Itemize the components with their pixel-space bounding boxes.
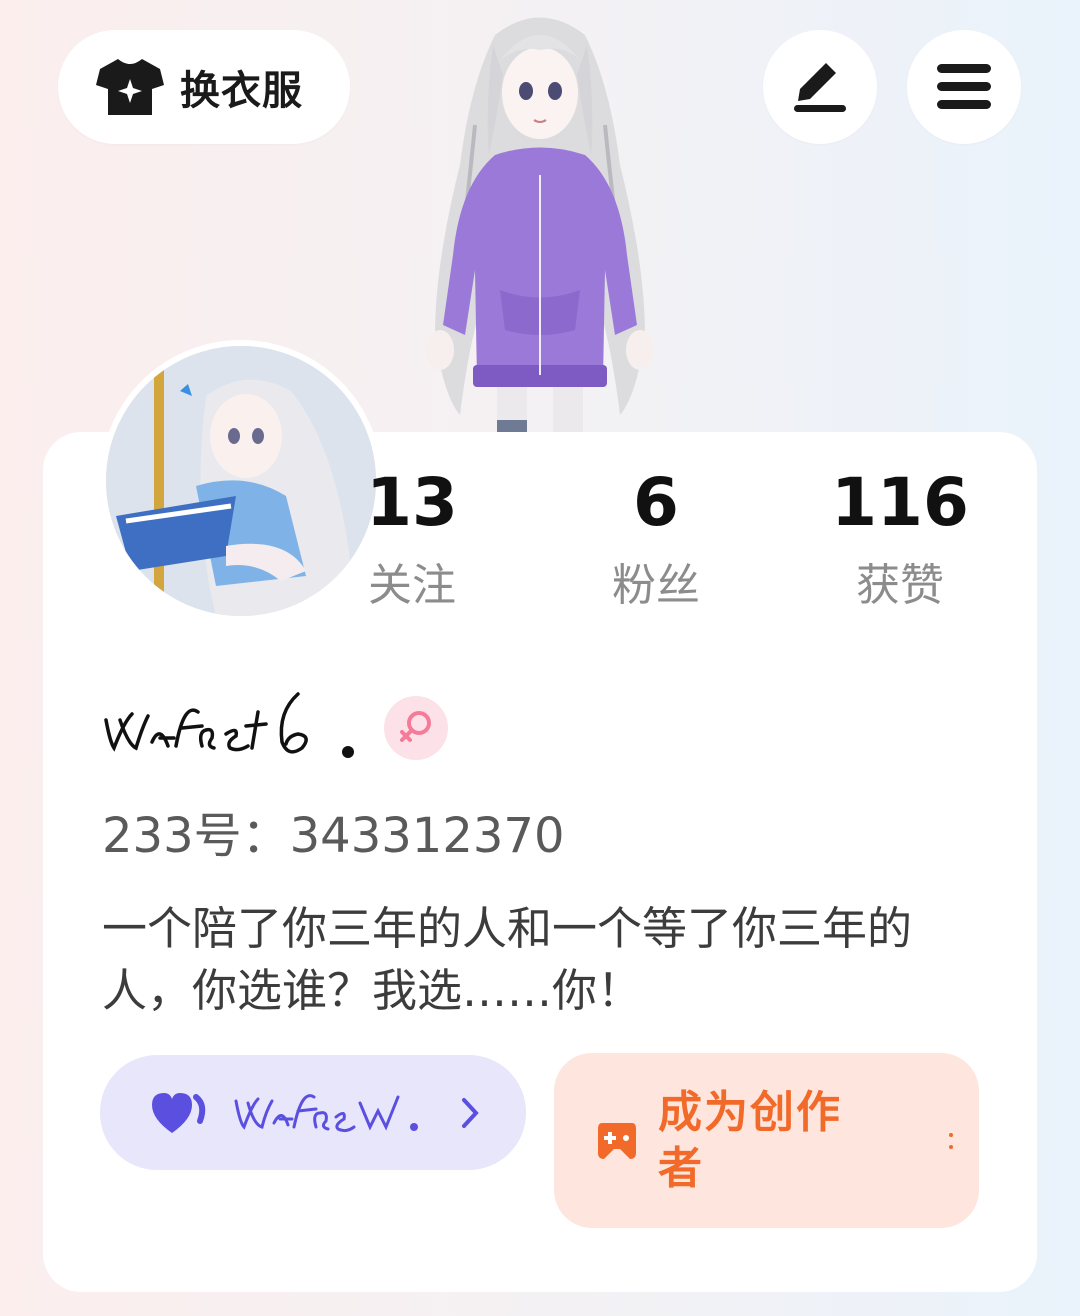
user-id[interactable]: 233号：343312370 [102,804,564,868]
change-outfit-button[interactable]: 换衣服 [58,30,350,144]
likes-count: 116 [831,464,969,541]
bio-text: 一个陪了你三年的人和一个等了你三年的人，你选谁？我选……你！ [102,902,913,1017]
tshirt-icon [96,59,164,115]
gamepad-icon [598,1122,636,1159]
menu-icon [937,64,991,109]
nickname-handwritten [104,692,354,758]
gender-badge [384,696,448,760]
likes-label: 获赞 [856,560,944,611]
user-id-label: 233号： [102,808,290,864]
edit-profile-button[interactable] [763,30,877,144]
guild-button[interactable] [100,1055,526,1170]
more-dots-icon [949,1132,953,1149]
user-id-value: 343312370 [289,808,565,864]
become-creator-label: 成为创作者 [658,1086,842,1194]
female-icon [400,711,431,742]
stat-followers[interactable]: 6 粉丝 [556,470,756,610]
followers-label: 粉丝 [612,560,700,611]
heart-icon [152,1092,206,1133]
chevron-right-icon [462,1097,479,1128]
edit-pen-icon [794,63,846,112]
followers-count: 6 [633,464,679,541]
stat-likes[interactable]: 116 获赞 [800,470,1000,610]
following-label: 关注 [368,560,456,611]
guild-name-handwritten [234,1093,418,1132]
change-outfit-label: 换衣服 [180,68,303,114]
character-3d-model[interactable] [405,5,675,435]
menu-button[interactable] [907,30,1021,144]
following-count: 13 [366,464,458,541]
become-creator-button[interactable]: 成为创作者 [554,1053,979,1228]
stat-following[interactable]: 13 关注 [312,470,512,610]
